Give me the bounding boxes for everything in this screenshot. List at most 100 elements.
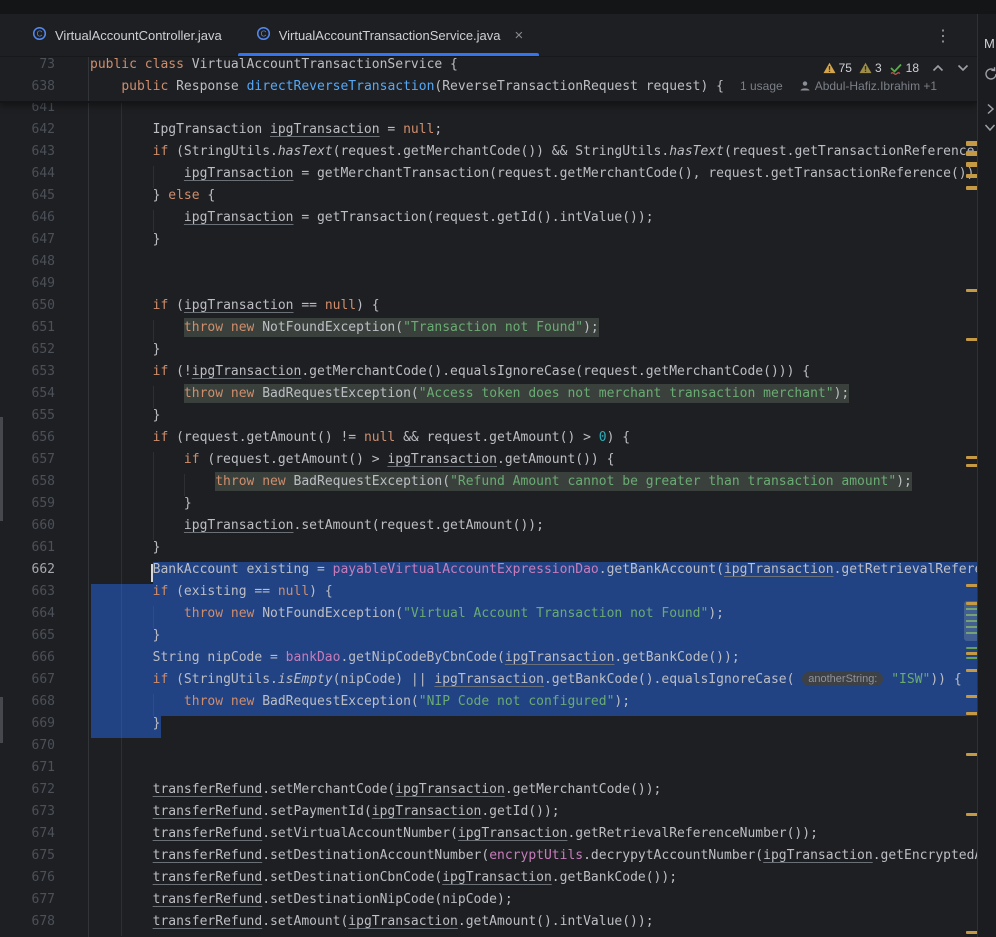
line-number[interactable]: 638 xyxy=(0,79,55,101)
code-line-652[interactable]: 652 } xyxy=(0,342,977,364)
line-number[interactable]: 675 xyxy=(0,848,55,870)
usage-hint[interactable]: 1 usage xyxy=(740,79,783,93)
line-number[interactable]: 673 xyxy=(0,804,55,826)
code-line-645[interactable]: 645 } else { xyxy=(0,188,977,210)
code-line-675[interactable]: 675 transferRefund.setDestinationAccount… xyxy=(0,848,977,870)
code-line-643[interactable]: 643 if (StringUtils.hasText(request.getM… xyxy=(0,144,977,166)
code-line-638[interactable]: 638 public Response directReverseTransac… xyxy=(0,79,977,101)
line-number[interactable]: 655 xyxy=(0,408,55,430)
line-number[interactable]: 652 xyxy=(0,342,55,364)
warnings-badge[interactable]: 75 xyxy=(823,61,852,75)
line-number[interactable]: 648 xyxy=(0,254,55,276)
warnings-count: 75 xyxy=(839,61,852,75)
line-number[interactable]: 645 xyxy=(0,188,55,210)
line-number[interactable]: 647 xyxy=(0,232,55,254)
code-line-677[interactable]: 677 transferRefund.setDestinationNipCode… xyxy=(0,892,977,914)
typos-badge[interactable]: 18 xyxy=(889,61,919,75)
code-line-676[interactable]: 676 transferRefund.setDestinationCbnCode… xyxy=(0,870,977,892)
line-number[interactable]: 654 xyxy=(0,386,55,408)
line-number[interactable]: 657 xyxy=(0,452,55,474)
line-number[interactable]: 650 xyxy=(0,298,55,320)
line-number[interactable]: 678 xyxy=(0,914,55,936)
code-line-653[interactable]: 653 if (!ipgTransaction.getMerchantCode(… xyxy=(0,364,977,386)
code-line-641[interactable]: 641 xyxy=(0,100,977,122)
line-number[interactable]: 646 xyxy=(0,210,55,232)
token xyxy=(90,584,153,599)
code-line-678[interactable]: 678 transferRefund.setAmount(ipgTransact… xyxy=(0,914,977,936)
weak-warnings-badge[interactable]: 3 xyxy=(859,61,882,75)
code-line-663[interactable]: 663 if (existing == null) { xyxy=(0,584,977,606)
chevron-right-icon[interactable] xyxy=(983,102,996,121)
line-number[interactable]: 661 xyxy=(0,540,55,562)
line-number[interactable]: 73 xyxy=(0,57,55,79)
line-number[interactable]: 664 xyxy=(0,606,55,628)
code-line-670[interactable]: 670 xyxy=(0,738,977,760)
code-line-648[interactable]: 648 xyxy=(0,254,977,276)
code-line-660[interactable]: 660 ipgTransaction.setAmount(request.get… xyxy=(0,518,977,540)
line-number[interactable]: 641 xyxy=(0,100,55,122)
line-number[interactable]: 669 xyxy=(0,716,55,738)
tab-virtualaccounttransactionservice[interactable]: C VirtualAccountTransactionService.java … xyxy=(238,14,540,56)
tab-virtualaccountcontroller[interactable]: C VirtualAccountController.java xyxy=(14,14,238,56)
line-number[interactable]: 662 xyxy=(0,562,55,584)
parameter-hint-pill[interactable]: anotherString: xyxy=(802,672,883,686)
line-number[interactable]: 658 xyxy=(0,474,55,496)
class-icon-letter: C xyxy=(37,29,43,38)
code-line-667[interactable]: 667 if (StringUtils.isEmpty(nipCode) || … xyxy=(0,672,977,694)
code-line-650[interactable]: 650 if (ipgTransaction == null) { xyxy=(0,298,977,320)
line-number[interactable]: 643 xyxy=(0,144,55,166)
line-number[interactable]: 667 xyxy=(0,672,55,694)
line-number[interactable]: 644 xyxy=(0,166,55,188)
line-number[interactable]: 651 xyxy=(0,320,55,342)
code-line-646[interactable]: 646 ipgTransaction = getTransaction(requ… xyxy=(0,210,977,232)
code-line-672[interactable]: 672 transferRefund.setMerchantCode(ipgTr… xyxy=(0,782,977,804)
code-line-661[interactable]: 661 } xyxy=(0,540,977,562)
author-hint[interactable]: Abdul-Hafiz.Ibrahim +1 xyxy=(799,79,937,93)
line-number[interactable]: 666 xyxy=(0,650,55,672)
code-line-647[interactable]: 647 } xyxy=(0,232,977,254)
editor-body: 641642 IpgTransaction ipgTransaction = n… xyxy=(0,57,977,937)
line-number[interactable]: 672 xyxy=(0,782,55,804)
code-line-674[interactable]: 674 transferRefund.setVirtualAccountNumb… xyxy=(0,826,977,848)
code-line-658[interactable]: 658 throw new BadRequestException("Refun… xyxy=(0,474,977,496)
line-number[interactable]: 659 xyxy=(0,496,55,518)
code-line-651[interactable]: 651 throw new NotFoundException("Transac… xyxy=(0,320,977,342)
scrollbar-thumb[interactable] xyxy=(964,601,977,641)
code-line-649[interactable]: 649 xyxy=(0,276,977,298)
code-line-655[interactable]: 655 } xyxy=(0,408,977,430)
close-tab-icon[interactable]: × xyxy=(515,28,524,43)
code-line-673[interactable]: 673 transferRefund.setPaymentId(ipgTrans… xyxy=(0,804,977,826)
code-line-644[interactable]: 644 ipgTransaction = getMerchantTransact… xyxy=(0,166,977,188)
code-line-665[interactable]: 665 } xyxy=(0,628,977,650)
line-number[interactable]: 660 xyxy=(0,518,55,540)
code-line-656[interactable]: 656 if (request.getAmount() != null && r… xyxy=(0,430,977,452)
next-problem-chevron-down-icon[interactable] xyxy=(957,64,969,72)
code-line-642[interactable]: 642 IpgTransaction ipgTransaction = null… xyxy=(0,122,977,144)
line-number[interactable]: 676 xyxy=(0,870,55,892)
code-line-669[interactable]: 669 } xyxy=(0,716,977,738)
line-number[interactable]: 656 xyxy=(0,430,55,452)
code-line-666[interactable]: 666 String nipCode = bankDao.getNipCodeB… xyxy=(0,650,977,672)
prev-problem-chevron-up-icon[interactable] xyxy=(932,64,944,72)
chevron-down-icon[interactable] xyxy=(983,120,996,139)
code-line-659[interactable]: 659 } xyxy=(0,496,977,518)
line-number[interactable]: 674 xyxy=(0,826,55,848)
line-number[interactable]: 665 xyxy=(0,628,55,650)
line-number[interactable]: 677 xyxy=(0,892,55,914)
code-line-657[interactable]: 657 if (request.getAmount() > ipgTransac… xyxy=(0,452,977,474)
line-number[interactable]: 653 xyxy=(0,364,55,386)
refresh-icon[interactable] xyxy=(983,66,996,87)
code-line-668[interactable]: 668 throw new BadRequestException("NIP C… xyxy=(0,694,977,716)
code-line-662[interactable]: 662 BankAccount existing = payableVirtua… xyxy=(0,562,977,584)
code-line-671[interactable]: 671 xyxy=(0,760,977,782)
code-line-664[interactable]: 664 throw new NotFoundException("Virtual… xyxy=(0,606,977,628)
tab-options-kebab-icon[interactable]: ⋮ xyxy=(935,14,951,57)
line-number[interactable]: 671 xyxy=(0,760,55,782)
line-number[interactable]: 642 xyxy=(0,122,55,144)
code-editor[interactable]: 641642 IpgTransaction ipgTransaction = n… xyxy=(0,57,977,937)
line-number[interactable]: 668 xyxy=(0,694,55,716)
code-line-654[interactable]: 654 throw new BadRequestException("Acces… xyxy=(0,386,977,408)
line-number[interactable]: 663 xyxy=(0,584,55,606)
line-number[interactable]: 649 xyxy=(0,276,55,298)
line-number[interactable]: 670 xyxy=(0,738,55,760)
